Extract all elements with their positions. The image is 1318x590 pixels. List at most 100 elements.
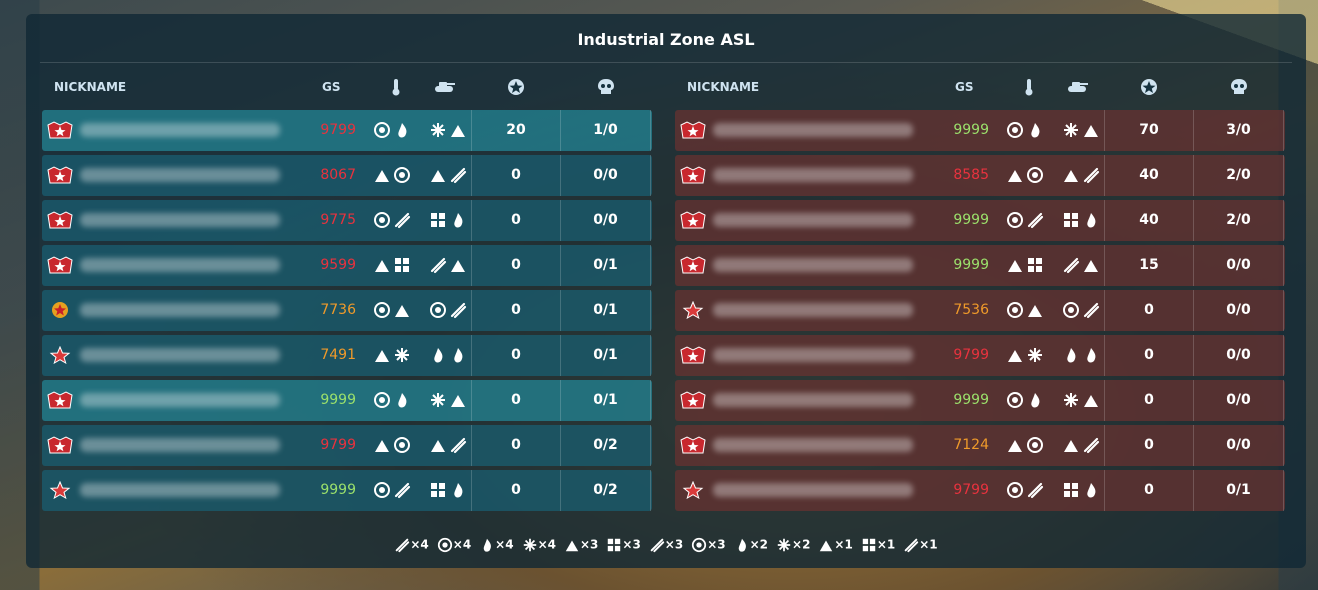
player-row[interactable]: 7736 0 0/1 [42, 290, 652, 331]
hull-turret-icons [1061, 390, 1101, 410]
kills-deaths: 0/0 [593, 167, 618, 183]
player-score: 0 [1144, 437, 1154, 453]
kills-deaths: 3/0 [1226, 122, 1251, 138]
player-row[interactable]: 7536 0 0/0 [675, 290, 1285, 331]
player-score: 0 [1144, 392, 1154, 408]
player-row[interactable]: 7124 0 0/0 [675, 425, 1285, 466]
player-row[interactable]: 9799 0 0/0 [675, 335, 1285, 376]
supply-count: ×4 [410, 537, 429, 552]
column-divider [650, 245, 651, 286]
kills-deaths: 0/0 [1226, 302, 1251, 318]
gear-score: 7736 [320, 302, 356, 318]
drops-icon: ×4 [479, 537, 514, 553]
kills-deaths: 0/1 [593, 302, 618, 318]
check-icon: ×3 [564, 537, 598, 553]
flame-icon: ×3 [606, 537, 641, 553]
supply-count: ×1 [876, 537, 896, 552]
rank-generalissimo-icon [46, 211, 74, 229]
gear-score: 9799 [953, 347, 989, 363]
blurred-nickname [80, 123, 280, 137]
hull-turret-icons [428, 345, 468, 365]
equipment-icons [372, 345, 412, 365]
hull-turret-icons [1061, 480, 1101, 500]
target-icon: ×1 [903, 537, 938, 553]
player-score: 0 [1144, 482, 1154, 498]
column-divider [1283, 155, 1284, 196]
player-score: 0 [1144, 347, 1154, 363]
supply-count: ×2 [792, 537, 811, 552]
gear-score: 9799 [320, 122, 356, 138]
red-team-table: NICKNAME GS 9999 70 3/0 8585 40 2/0 9999 40 2/0 9… [675, 74, 1285, 515]
column-divider [1283, 245, 1284, 286]
player-score: 40 [1139, 167, 1159, 183]
rank-generalissimo-icon [46, 256, 74, 274]
player-row[interactable]: 9999 0 0/2 [42, 470, 652, 511]
equipment-icons [1005, 345, 1045, 365]
equipment-icons [1005, 210, 1045, 230]
player-row[interactable]: 8067 0 0/0 [42, 155, 652, 196]
kills-deaths: 0/0 [1226, 347, 1251, 363]
player-row[interactable]: 9775 0 0/0 [42, 200, 652, 241]
column-divider [650, 425, 651, 466]
equipment-icons [1005, 390, 1045, 410]
player-row[interactable]: 9999 0 0/0 [675, 380, 1285, 421]
column-divider [1283, 425, 1284, 466]
column-divider [650, 200, 651, 241]
supply-count: ×3 [707, 537, 726, 552]
column-divider [1283, 335, 1284, 376]
supply-count: ×1 [834, 537, 853, 552]
player-row[interactable]: 9999 0 0/1 [42, 380, 652, 421]
hull-turret-icons [1061, 435, 1101, 455]
player-row[interactable]: 9799 0 0/1 [675, 470, 1285, 511]
column-divider [1283, 470, 1284, 511]
gear-score: 9999 [953, 392, 989, 408]
equipment-icons [372, 300, 412, 320]
swoosh-icon: ×3 [649, 537, 683, 553]
equipment-icons [372, 210, 412, 230]
player-score: 0 [511, 302, 521, 318]
player-row[interactable]: 9999 70 3/0 [675, 110, 1285, 151]
rank-generalissimo-icon [46, 391, 74, 409]
kills-deaths: 0/1 [593, 347, 618, 363]
kills-deaths: 0/1 [593, 257, 618, 273]
blurred-nickname [713, 393, 913, 407]
star-icon [1137, 77, 1161, 97]
kills-deaths: 2/0 [1226, 212, 1251, 228]
supply-count: ×4 [452, 537, 472, 552]
kills-deaths: 0/0 [1226, 392, 1251, 408]
player-row[interactable]: 9999 40 2/0 [675, 200, 1285, 241]
player-row[interactable]: 9799 20 1/0 [42, 110, 652, 151]
skull-icon [594, 77, 618, 97]
equipment-icons [1005, 120, 1045, 140]
blurred-nickname [80, 258, 280, 272]
column-divider [650, 380, 651, 421]
blurred-nickname [713, 213, 913, 227]
player-score: 0 [511, 437, 521, 453]
equipment-icons [372, 255, 412, 275]
player-row[interactable]: 9599 0 0/1 [42, 245, 652, 286]
player-score: 40 [1139, 212, 1159, 228]
equipment-icons [1005, 480, 1045, 500]
blurred-nickname [713, 483, 913, 497]
gear-score: 9999 [953, 212, 989, 228]
star-icon [504, 77, 528, 97]
blurred-nickname [80, 213, 280, 227]
gear-score: 9999 [953, 257, 989, 273]
scoreboard-panel: Industrial Zone ASL NICKNAME GS 9799 20 1/… [26, 14, 1306, 568]
player-score: 0 [511, 392, 521, 408]
player-score: 0 [511, 257, 521, 273]
skull-icon [1227, 77, 1251, 97]
kills-deaths: 0/2 [593, 437, 618, 453]
player-row[interactable]: 9999 15 0/0 [675, 245, 1285, 286]
player-row[interactable]: 9799 0 0/2 [42, 425, 652, 466]
nickname-header: NICKNAME [687, 80, 760, 94]
column-divider [650, 470, 651, 511]
blurred-nickname [713, 303, 913, 317]
gear-score: 7536 [953, 302, 989, 318]
hull-turret-icons [1061, 255, 1101, 275]
equipment-icons [372, 165, 412, 185]
player-row[interactable]: 7491 0 0/1 [42, 335, 652, 376]
player-row[interactable]: 8585 40 2/0 [675, 155, 1285, 196]
supply-count: ×1 [919, 537, 938, 552]
hull-turret-icons [428, 120, 468, 140]
